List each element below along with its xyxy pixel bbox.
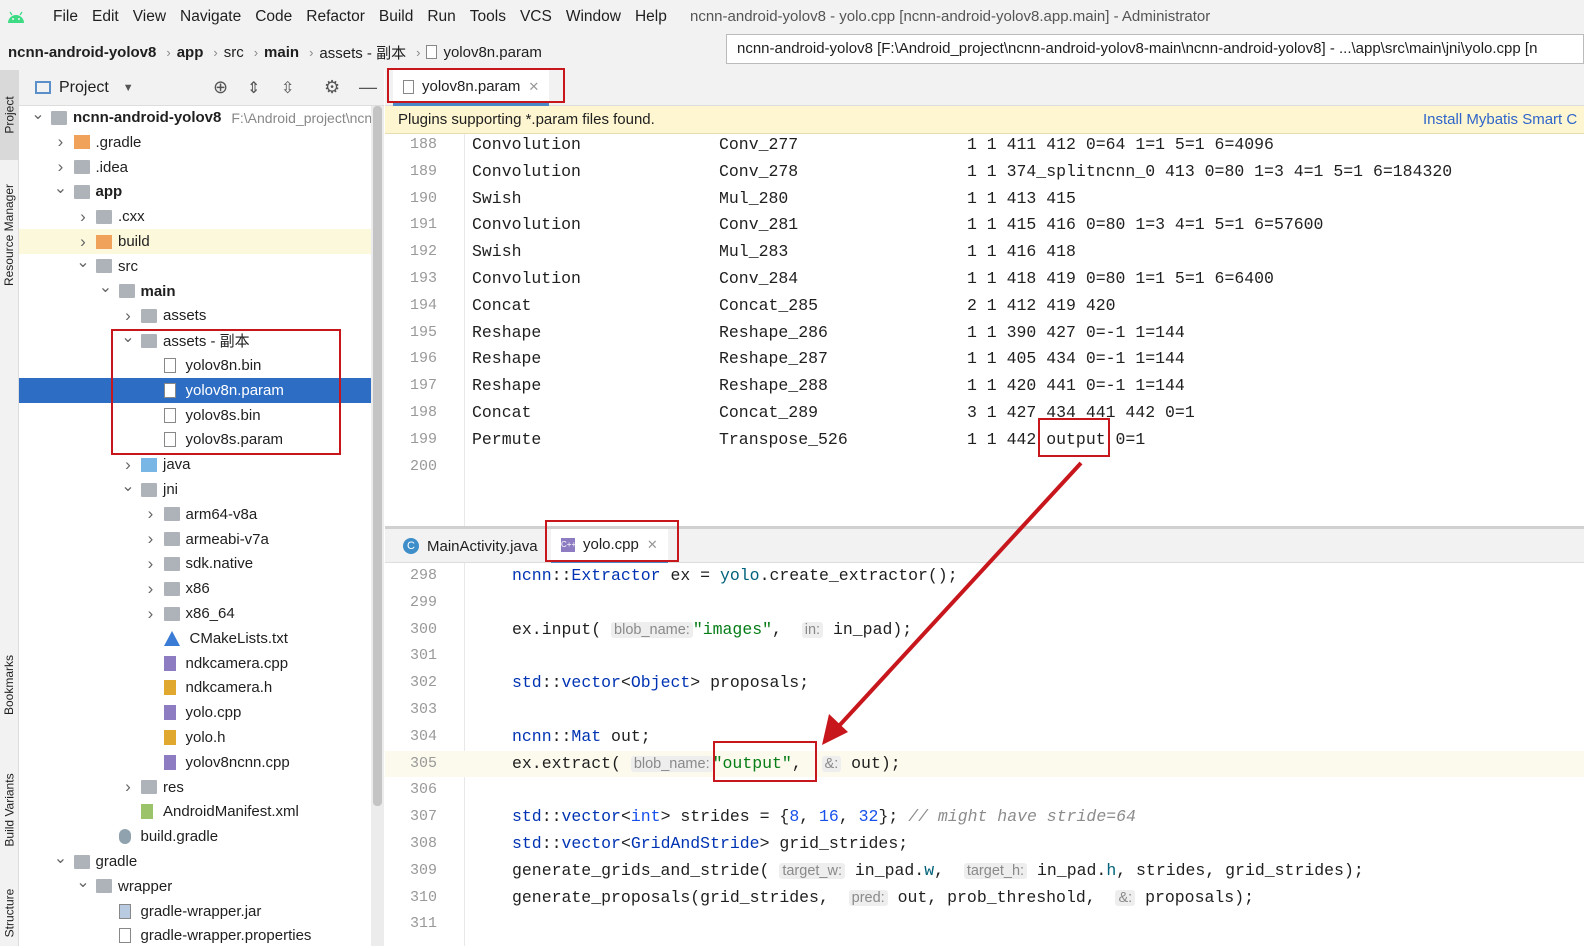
annotation-arrow xyxy=(822,461,1083,745)
